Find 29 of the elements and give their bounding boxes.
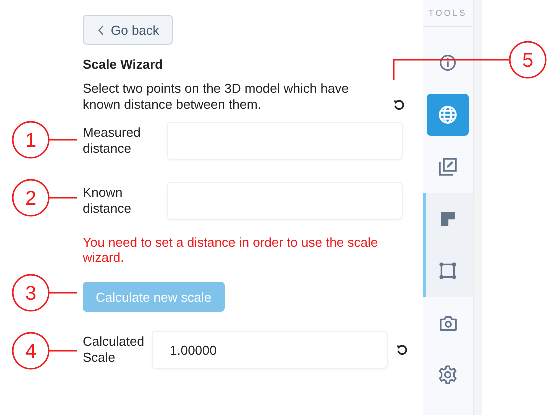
field-label: Measured distance bbox=[83, 125, 142, 157]
leader-line bbox=[49, 292, 77, 294]
callout-number: 5 bbox=[509, 41, 547, 79]
tools-heading: TOOLS bbox=[423, 0, 473, 27]
settings-icon bbox=[438, 365, 458, 385]
wizard-description: Select two points on the 3D model which have known distance between them. bbox=[83, 81, 350, 113]
chevron-left-icon bbox=[98, 24, 105, 36]
edit-layers-icon bbox=[438, 157, 458, 177]
callout-number: 4 bbox=[12, 332, 50, 370]
leader-line bbox=[49, 139, 77, 141]
leader-line bbox=[49, 197, 77, 199]
field-label: Known distance bbox=[83, 185, 132, 217]
corner-shape-icon bbox=[440, 211, 456, 227]
wizard-title: Scale Wizard bbox=[83, 57, 164, 72]
camera-icon bbox=[438, 314, 458, 332]
bounding-box-icon bbox=[439, 262, 457, 280]
callout-number: 1 bbox=[12, 121, 50, 159]
input-field[interactable]: 1.00000 bbox=[152, 331, 388, 369]
callout-number: 3 bbox=[12, 274, 50, 312]
go-back-button[interactable]: Go back bbox=[83, 15, 174, 45]
callout-number: 2 bbox=[12, 179, 50, 217]
reset-icon[interactable] bbox=[393, 99, 406, 112]
leader-line bbox=[49, 350, 77, 352]
info-icon bbox=[439, 54, 457, 72]
error-message: You need to set a distance in order to use the scale wizard. bbox=[83, 235, 380, 265]
globe-icon bbox=[438, 105, 458, 125]
field-label: Calculated Scale bbox=[83, 334, 146, 366]
tool-button[interactable] bbox=[427, 94, 469, 136]
reset-icon[interactable] bbox=[396, 344, 409, 356]
